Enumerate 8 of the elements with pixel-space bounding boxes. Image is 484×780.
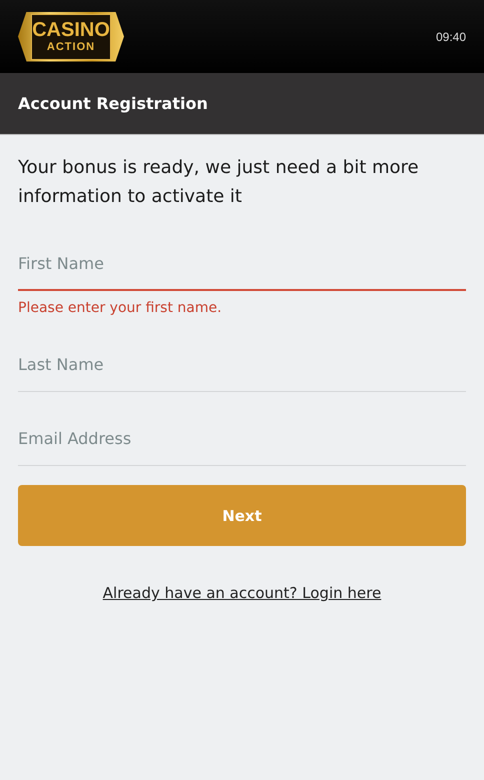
logo-subtext: ACTION [46,41,96,54]
logo-text: CASINO [32,19,110,41]
input-field[interactable]: First Name [18,237,466,291]
login-link[interactable]: Already have an account? Login here [102,584,382,602]
page-title: Account Registration [18,94,208,113]
intro-text: Your bonus is ready, we just need a bit more information to activate it [18,156,420,209]
clock-time: 09:40 [436,30,466,44]
error-message: Please enter your first name. [18,300,223,316]
